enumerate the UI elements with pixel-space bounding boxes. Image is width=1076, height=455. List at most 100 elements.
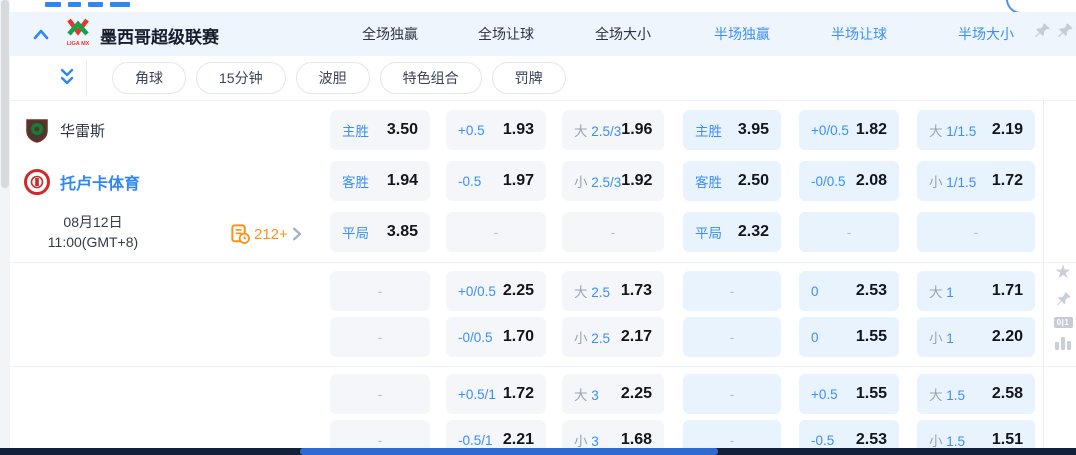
odds-dash: - [730,432,735,448]
vertical-scrollbar-track[interactable] [0,0,10,455]
odds-cell-r2-c6[interactable]: 小 1/1.51.72 [917,161,1035,201]
odds-label: -0/0.5 [458,330,493,345]
odds-label: 主胜 [342,120,369,140]
odds-cell-r6-c6[interactable]: 大 1.52.58 [917,374,1035,414]
odds-value: 1.73 [621,282,652,300]
odds-cell-r5-c2[interactable]: -0/0.51.70 [446,317,546,357]
horizontal-scrollbar-track[interactable] [0,448,1076,455]
ou-side: 大 [574,388,591,403]
odds-cell-r5-c5[interactable]: 01.55 [799,317,899,357]
column-header-2[interactable]: 全场让球 [456,24,556,44]
odds-dash: - [378,329,383,345]
pin-icon[interactable] [1033,22,1051,40]
odds-cell-r6-c3[interactable]: 大 32.25 [562,374,664,414]
collapse-chevron-up-icon[interactable] [28,21,54,47]
odds-value: 1.92 [621,172,652,190]
odds-cell-r4-c4: - [683,271,781,311]
divider [1043,100,1044,448]
stats-bars-icon[interactable] [1055,337,1071,350]
odds-label: 大 1.5 [929,384,965,404]
double-chevron-down-icon[interactable] [57,67,79,89]
ou-side: 小 [929,434,946,449]
odds-cell-r2-c4[interactable]: 客胜2.50 [683,161,781,201]
clipped-glyph [88,2,103,7]
odds-cell-r4-c6[interactable]: 大 11.71 [917,271,1035,311]
chevron-right-icon [292,227,302,241]
odds-value: 1.51 [992,431,1023,449]
header-pins [1033,22,1074,40]
odds-cell-r1-c3[interactable]: 大 2.5/31.96 [562,110,664,150]
odds-label: -0.5 [458,174,481,189]
odds-dash: - [378,283,383,299]
market-pill-5[interactable]: 罚牌 [492,62,566,94]
odds-value: 3.95 [738,121,769,139]
favorite-star-icon[interactable]: ★ [1054,264,1071,282]
odds-cell-r2-c1[interactable]: 客胜1.94 [330,161,430,201]
odds-cell-r4-c3[interactable]: 大 2.51.73 [562,271,664,311]
top-strip [10,0,1076,12]
odds-cell-r2-c5[interactable]: -0/0.52.08 [799,161,899,201]
odds-label: 平局 [695,222,722,242]
league-title: 墨西哥超级联赛 [100,23,219,48]
odds-dash: - [378,386,383,402]
odds-label: 大 2.5/3 [574,120,621,140]
odds-cell-r6-c5[interactable]: +0.51.55 [799,374,899,414]
column-header-1[interactable]: 全场独赢 [340,24,440,44]
right-toolbar: ★ 0|1 [1050,264,1076,350]
odds-cell-r4-c5[interactable]: 02.53 [799,271,899,311]
odds-cell-r5-c4: - [683,317,781,357]
home-team-name: 华雷斯 [60,120,105,141]
column-header-6[interactable]: 半场大小 [927,24,1045,44]
odds-cell-r3-c4[interactable]: 平局2.32 [683,212,781,252]
market-pill-2[interactable]: 15分钟 [196,62,286,94]
liga-mx-logo-icon: LIGA MX [64,17,92,51]
odds-label: +0.5/1 [458,387,496,402]
column-header-3[interactable]: 全场大小 [572,24,674,44]
ou-side: 大 [574,124,591,139]
home-team-row: 华雷斯 [24,110,105,150]
odds-value: 2.20 [992,328,1023,346]
odds-cell-r6-c4: - [683,374,781,414]
odds-cell-r2-c3[interactable]: 小 2.5/31.92 [562,161,664,201]
score-badge-icon[interactable]: 0|1 [1054,317,1073,328]
pin-icon[interactable] [1056,22,1074,40]
odds-value: 1.96 [621,121,652,139]
horizontal-scrollbar-thumb[interactable] [300,448,718,455]
betting-panel: LIGA MX 墨西哥超级联赛 全场独赢全场让球全场大小半场独赢半场让球半场大小… [0,0,1076,455]
odds-value: 2.53 [856,431,887,449]
odds-cell-r3-c1[interactable]: 平局3.85 [330,212,430,252]
column-header-5[interactable]: 半场让球 [809,24,909,44]
odds-cell-r5-c6[interactable]: 小 12.20 [917,317,1035,357]
odds-label: +0.5 [811,387,838,402]
bar [1061,337,1065,350]
ou-side: 大 [929,285,946,300]
ou-line: 1/1.5 [946,124,976,139]
odds-value: 1.82 [856,121,887,139]
market-pill-4[interactable]: 特色组合 [380,62,482,94]
odds-cell-r6-c2[interactable]: +0.5/1 1.72 [446,374,546,414]
market-pill-3[interactable]: 波胆 [296,62,370,94]
odds-cell-r1-c4[interactable]: 主胜3.95 [683,110,781,150]
odds-value: 1.68 [621,431,652,449]
home-team-crest-icon [24,117,50,143]
odds-dash: - [730,329,735,345]
match-time: 11:00(GMT+8) [18,232,168,252]
pin-icon[interactable] [1055,291,1072,308]
odds-value: 1.93 [503,121,534,139]
ou-side: 小 [929,331,946,346]
odds-cell-r4-c2[interactable]: +0/0.52.25 [446,271,546,311]
more-markets-link[interactable]: 212+ [230,224,302,244]
odds-value: 2.19 [992,121,1023,139]
odds-cell-r1-c6[interactable]: 大 1/1.52.19 [917,110,1035,150]
bar [1067,341,1071,350]
odds-cell-r1-c5[interactable]: +0/0.51.82 [799,110,899,150]
market-pill-1[interactable]: 角球 [112,62,186,94]
odds-cell-r1-c1[interactable]: 主胜3.50 [330,110,430,150]
odds-value: 1.72 [503,385,534,403]
odds-cell-r2-c2[interactable]: -0.51.97 [446,161,546,201]
vertical-scrollbar-thumb[interactable] [1,0,9,188]
column-header-4[interactable]: 半场独赢 [693,24,791,44]
odds-cell-r5-c3[interactable]: 小 2.52.17 [562,317,664,357]
odds-cell-r1-c2[interactable]: +0.51.93 [446,110,546,150]
odds-cell-r5-c1: - [330,317,430,357]
